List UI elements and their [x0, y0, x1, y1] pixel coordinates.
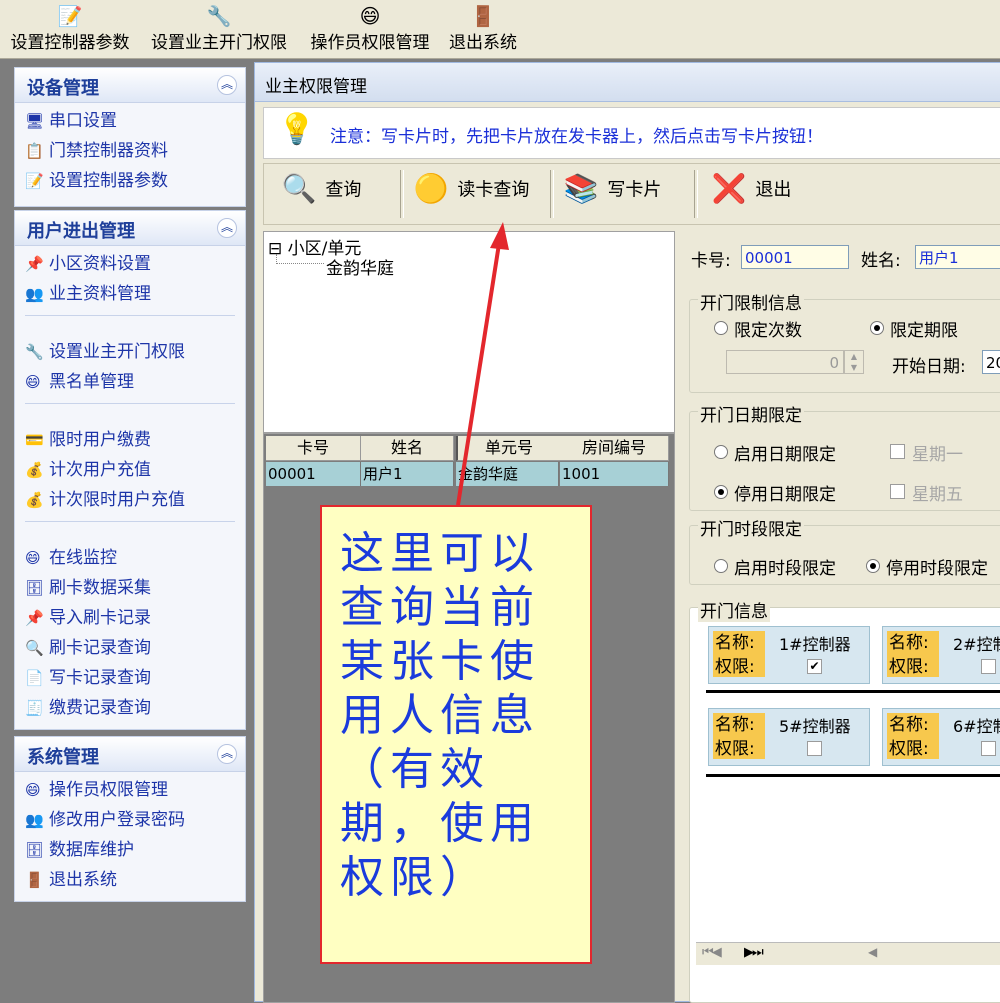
annotation-callout: 这里可以查询当前某张卡使用人信息（有效期，使用权限） [320, 505, 592, 964]
arrow-shaft [456, 243, 501, 506]
arrow-head [490, 222, 509, 250]
annotation-text: 这里可以查询当前某张卡使用人信息（有效期，使用权限） [340, 528, 540, 903]
